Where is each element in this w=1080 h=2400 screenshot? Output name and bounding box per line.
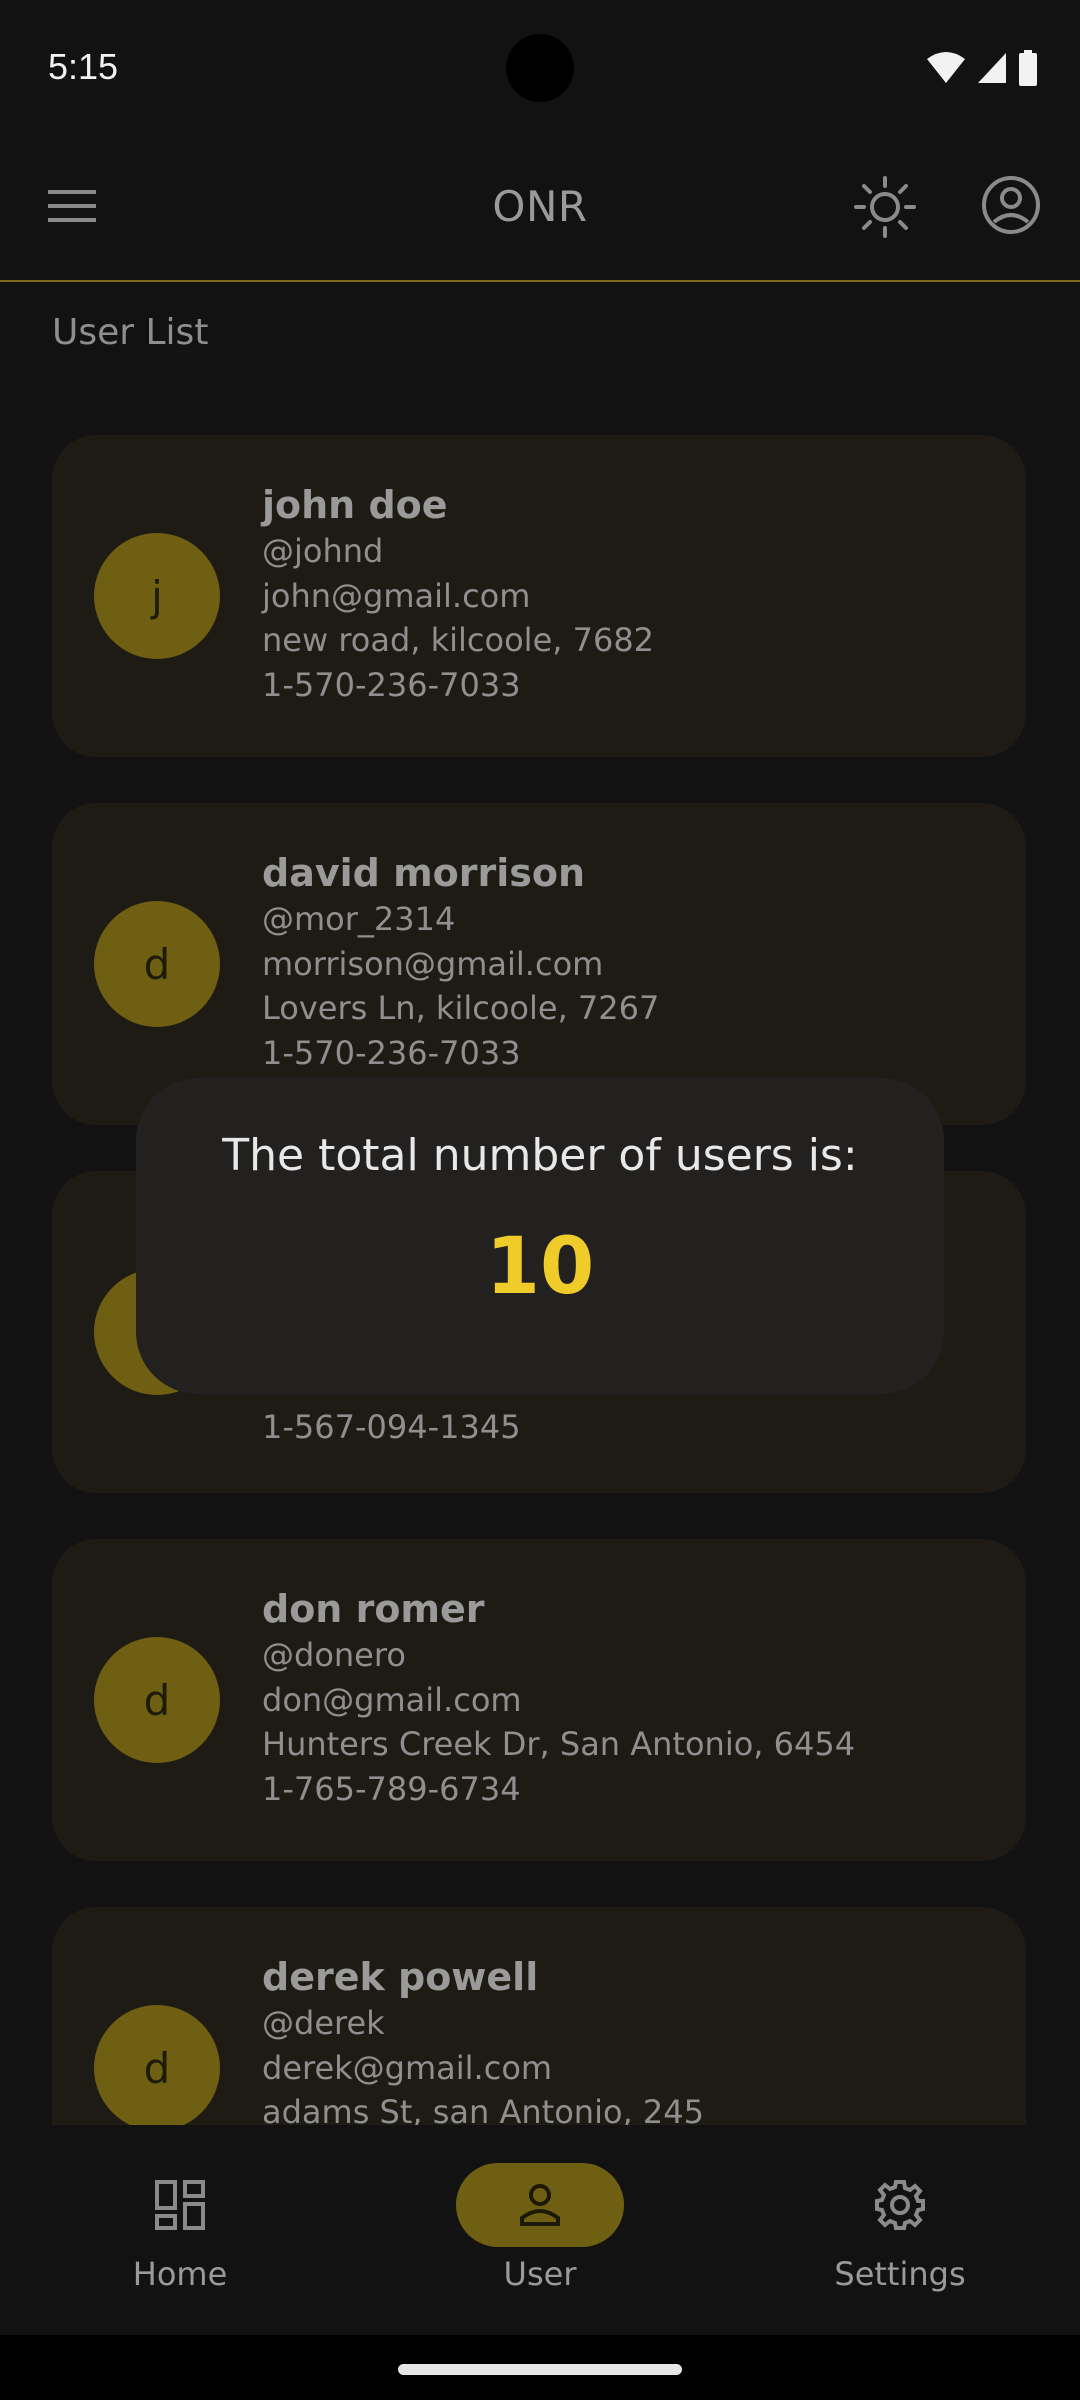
app-bar: ONR [0, 134, 1080, 282]
user-phone: 1-765-789-6734 [262, 1769, 521, 1808]
user-info: david morrison @mor_2314 morrison@gmail.… [262, 849, 659, 1075]
account-circle-icon[interactable] [980, 174, 1042, 236]
user-address: Hunters Creek Dr, San Antonio, 6454 [262, 1725, 856, 1763]
user-username: @mor_2314 [262, 900, 456, 938]
user-card[interactable]: d david morrison @mor_2314 morrison@gmai… [52, 803, 1026, 1125]
screen: 5:15 ONR User List j john doe @johnd joh… [0, 0, 1080, 2400]
user-info: 1-567-094-1345 [262, 1405, 521, 1450]
user-info: john doe @johnd john@gmail.com new road,… [262, 481, 654, 707]
nav-label-home: Home [132, 2255, 228, 2293]
person-icon [520, 2184, 560, 2226]
user-phone: 1-570-236-7033 [262, 665, 521, 704]
user-email: don@gmail.com [262, 1680, 522, 1719]
user-address: adams St, san Antonio, 245 [262, 2093, 704, 2125]
user-info: don romer @donero don@gmail.com Hunters … [262, 1585, 855, 1811]
nav-settings-icon-container [816, 2163, 984, 2247]
nav-home-icon-container [96, 2163, 264, 2247]
brightness-icon[interactable] [852, 174, 918, 240]
user-address: Lovers Ln, kilcoole, 7267 [262, 989, 660, 1027]
dialog-message: The total number of users is: [222, 1130, 858, 1181]
user-name: david morrison [262, 851, 586, 895]
user-card[interactable]: d don romer @donero don@gmail.com Hunter… [52, 1539, 1026, 1861]
avatar: d [94, 1637, 220, 1763]
user-name: john doe [262, 483, 448, 527]
user-info: derek powell @derek derek@gmail.com adam… [262, 1953, 704, 2125]
user-name: derek powell [262, 1955, 539, 1999]
user-username: @johnd [262, 532, 384, 570]
user-count-dialog[interactable]: The total number of users is: 10 [136, 1078, 944, 1394]
nav-user-icon-container [456, 2163, 624, 2247]
cellular-signal-icon [978, 53, 1006, 83]
front-camera [506, 34, 574, 102]
user-username: @donero [262, 1636, 406, 1674]
user-phone: 1-570-236-7033 [262, 1033, 521, 1072]
status-bar: 5:15 [0, 0, 1080, 134]
user-email: derek@gmail.com [262, 2048, 553, 2087]
user-card[interactable]: d derek powell @derek derek@gmail.com ad… [52, 1907, 1026, 2125]
avatar: j [94, 533, 220, 659]
user-address: new road, kilcoole, 7682 [262, 621, 655, 659]
user-phone: 1-567-094-1345 [262, 1408, 521, 1446]
user-username: @derek [262, 2004, 385, 2042]
nav-item-home[interactable]: Home [0, 2125, 360, 2335]
battery-icon [1019, 50, 1037, 86]
avatar: d [94, 901, 220, 1027]
user-email: john@gmail.com [262, 576, 531, 615]
status-time: 5:15 [48, 46, 119, 87]
avatar: d [94, 2005, 220, 2125]
user-count-value: 10 [485, 1222, 595, 1312]
nav-item-settings[interactable]: Settings [720, 2125, 1080, 2335]
user-card[interactable]: j john doe @johnd john@gmail.com new roa… [52, 435, 1026, 757]
home-gesture-handle[interactable] [398, 2364, 682, 2375]
settings-icon [875, 2180, 925, 2230]
nav-label-user: User [503, 2255, 577, 2293]
dashboard-icon [155, 2180, 205, 2230]
bottom-navigation: Home User Settings [0, 2125, 1080, 2335]
status-icons [926, 48, 1038, 88]
user-name: don romer [262, 1587, 485, 1631]
user-email: morrison@gmail.com [262, 944, 604, 983]
wifi-icon [927, 52, 965, 83]
nav-item-user[interactable]: User [360, 2125, 720, 2335]
app-title: ONR [492, 182, 588, 231]
nav-label-settings: Settings [834, 2255, 966, 2293]
